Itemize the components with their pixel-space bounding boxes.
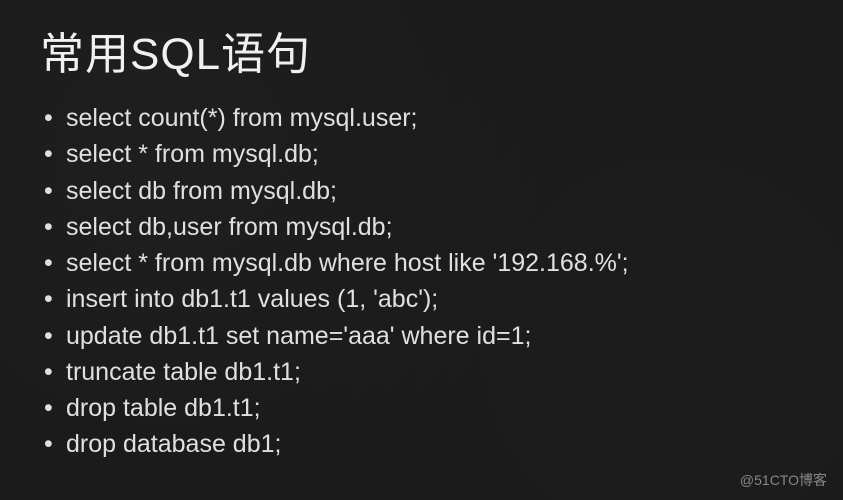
list-item: truncate table db1.t1;: [44, 354, 803, 390]
list-item: select * from mysql.db where host like '…: [44, 245, 803, 281]
list-item: insert into db1.t1 values (1, 'abc');: [44, 281, 803, 317]
list-item: drop table db1.t1;: [44, 390, 803, 426]
list-item: update db1.t1 set name='aaa' where id=1;: [44, 318, 803, 354]
list-item: select db from mysql.db;: [44, 173, 803, 209]
list-item: drop database db1;: [44, 426, 803, 462]
sql-statement-list: select count(*) from mysql.user; select …: [40, 100, 803, 463]
slide-container: 常用SQL语句 select count(*) from mysql.user;…: [0, 0, 843, 500]
watermark-text: @51CTO博客: [740, 470, 827, 490]
list-item: select * from mysql.db;: [44, 136, 803, 172]
slide-title: 常用SQL语句: [40, 18, 803, 82]
list-item: select count(*) from mysql.user;: [44, 100, 803, 136]
list-item: select db,user from mysql.db;: [44, 209, 803, 245]
